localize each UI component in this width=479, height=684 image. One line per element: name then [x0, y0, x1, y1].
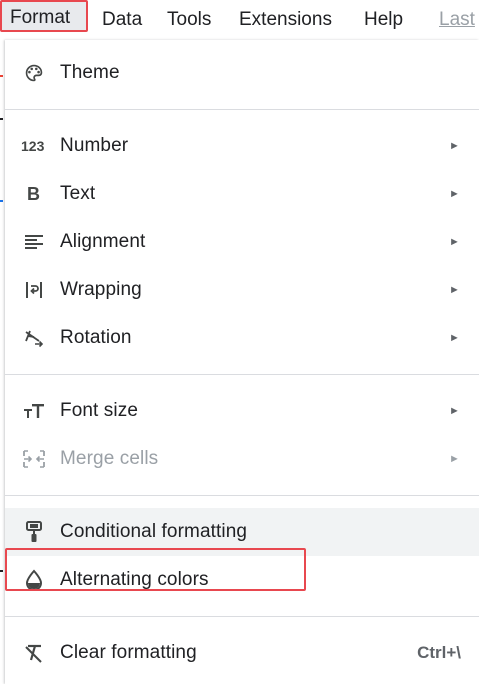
- sheet-edge-mark: [0, 200, 3, 202]
- submenu-arrow-icon: ►: [449, 140, 460, 152]
- format-menu: Theme 123 Number ► B Text ► Alignment ► …: [5, 40, 479, 684]
- menu-item-rotation[interactable]: Rotation ►: [5, 314, 479, 362]
- menu-item-label: Theme: [60, 62, 120, 83]
- menubar-extensions[interactable]: Extensions: [239, 8, 332, 32]
- menu-item-label: Alignment: [60, 231, 146, 252]
- menu-separator: [5, 374, 479, 375]
- menu-item-label: Text: [60, 183, 96, 204]
- text-rotation-icon: [21, 326, 47, 350]
- merge-cells-icon: [21, 447, 47, 471]
- menu-item-wrapping[interactable]: Wrapping ►: [5, 266, 479, 314]
- menu-item-clear-formatting[interactable]: Clear formatting Ctrl+\: [5, 629, 479, 677]
- menu-item-theme[interactable]: Theme: [5, 49, 479, 97]
- submenu-arrow-icon: ►: [449, 236, 460, 248]
- number-123-icon: 123: [21, 134, 47, 158]
- sheet-edge-mark: [0, 570, 3, 572]
- menu-item-label: Wrapping: [60, 279, 142, 300]
- menu-item-label: Conditional formatting: [60, 521, 248, 542]
- submenu-arrow-icon: ►: [449, 188, 460, 200]
- sheet-edge-mark: [0, 118, 3, 120]
- menu-item-text[interactable]: B Text ►: [5, 170, 479, 218]
- menu-item-alignment[interactable]: Alignment ►: [5, 218, 479, 266]
- menu-item-font-size[interactable]: Font size ►: [5, 387, 479, 435]
- shortcut-hint: Ctrl+\: [417, 643, 461, 662]
- paint-roller-icon: [21, 520, 47, 544]
- align-left-icon: [21, 230, 47, 254]
- clear-format-icon: [21, 641, 47, 665]
- sheet-edge-mark: [0, 75, 3, 77]
- svg-text:123: 123: [21, 138, 45, 154]
- menu-item-number[interactable]: 123 Number ►: [5, 122, 479, 170]
- menubar-format-label: Format: [10, 7, 71, 28]
- menu-separator: [5, 616, 479, 617]
- menu-item-label: Font size: [60, 400, 138, 421]
- submenu-arrow-icon: ►: [449, 332, 460, 344]
- text-wrap-icon: [21, 278, 47, 302]
- menubar-help[interactable]: Help: [364, 8, 403, 32]
- palette-icon: [21, 61, 47, 85]
- menubar-tools[interactable]: Tools: [167, 8, 211, 32]
- menubar: Format Data Tools Extensions Help Last: [0, 0, 479, 40]
- submenu-arrow-icon: ►: [449, 453, 460, 465]
- menu-item-label: Rotation: [60, 327, 132, 348]
- submenu-arrow-icon: ►: [449, 284, 460, 296]
- menu-separator: [5, 495, 479, 496]
- menu-separator: [5, 109, 479, 110]
- svg-text:B: B: [27, 185, 40, 203]
- menu-item-label: Number: [60, 135, 129, 156]
- annotation-highlight-box: [5, 548, 306, 591]
- menu-item-label: Merge cells: [60, 448, 159, 469]
- menu-item-merge-cells: Merge cells ►: [5, 435, 479, 483]
- font-size-icon: [21, 399, 47, 423]
- menubar-last-edit[interactable]: Last: [439, 8, 475, 32]
- menu-item-label: Clear formatting: [60, 642, 197, 663]
- menubar-format[interactable]: Format: [0, 0, 88, 32]
- bold-b-icon: B: [21, 182, 47, 206]
- submenu-arrow-icon: ►: [449, 405, 460, 417]
- menubar-data[interactable]: Data: [102, 8, 142, 32]
